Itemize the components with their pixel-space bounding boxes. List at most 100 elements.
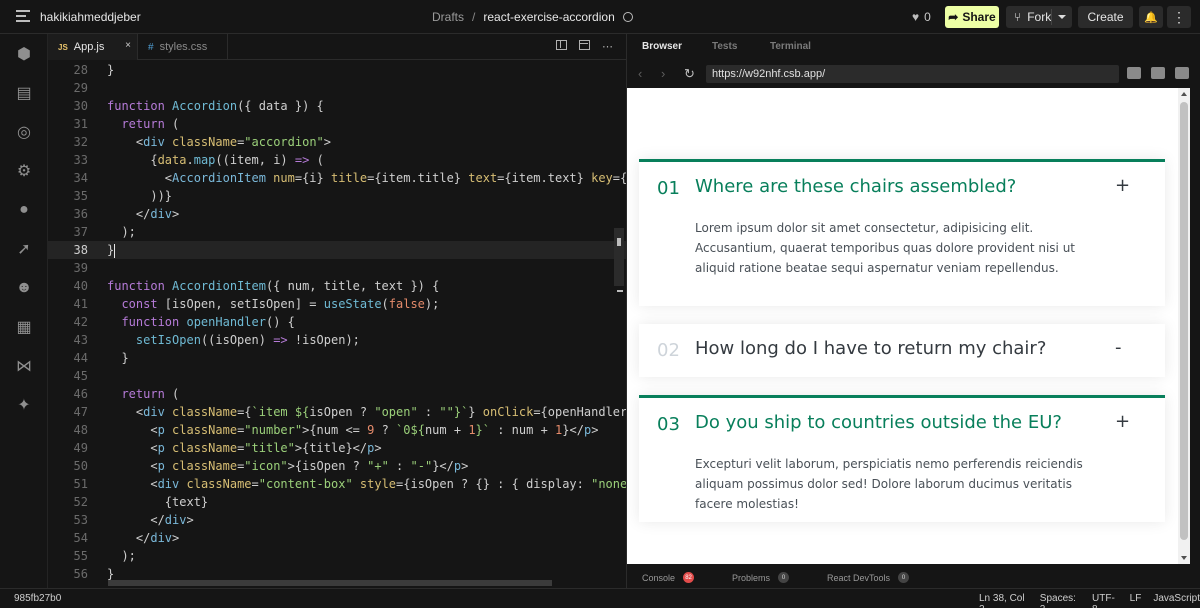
code-text: </div>: [107, 529, 179, 547]
code-token: {: [107, 153, 158, 167]
code-line[interactable]: 54 </div>: [48, 529, 626, 547]
bell-icon[interactable]: 🔔: [1139, 6, 1163, 28]
code-line[interactable]: 32 <div className="accordion">: [48, 133, 626, 151]
project-name[interactable]: react-exercise-accordion: [483, 10, 614, 24]
line-number: 47: [73, 405, 88, 419]
more-options-icon[interactable]: ⋯: [602, 40, 613, 53]
split-view-icon[interactable]: [556, 40, 567, 50]
code-token: "": [439, 405, 454, 419]
accordion-item[interactable]: 03 Do you ship to countries outside the …: [639, 395, 1165, 522]
encoding[interactable]: UTF-8: [1092, 593, 1118, 608]
user-name[interactable]: hakikiahmeddjeber: [40, 10, 141, 24]
chevron-down-icon[interactable]: [1058, 15, 1066, 19]
code-line[interactable]: 47 <div className={`item ${isOpen ? "ope…: [48, 403, 626, 421]
tab-problems[interactable]: Problems 0: [732, 572, 790, 583]
open-window-icon[interactable]: [1151, 67, 1165, 79]
code-line[interactable]: 51 <div className="content-box" style={i…: [48, 475, 626, 493]
code-line[interactable]: 44 }: [48, 349, 626, 367]
accordion-toggle-icon: -: [1115, 337, 1122, 358]
likes-counter[interactable]: ♥ 0: [912, 10, 931, 24]
close-icon[interactable]: ×: [125, 40, 131, 51]
accordion-item[interactable]: 01 Where are these chairs assembled? + L…: [639, 159, 1165, 306]
files-icon[interactable]: ▤: [14, 83, 34, 103]
code-line[interactable]: 31 return (: [48, 115, 626, 133]
code-line[interactable]: 52 {text}: [48, 493, 626, 511]
create-button[interactable]: Create: [1078, 6, 1133, 28]
line-number: 39: [73, 261, 88, 275]
code-token: (: [164, 387, 180, 401]
code-line[interactable]: 34 <AccordionItem num={i} title={item.ti…: [48, 169, 626, 187]
code-line[interactable]: 43 setIsOpen((isOpen) => !isOpen);: [48, 331, 626, 349]
code-line[interactable]: 39: [48, 259, 626, 277]
code-line[interactable]: 46 return (: [48, 385, 626, 403]
search-icon[interactable]: ◎: [14, 122, 34, 142]
indentation[interactable]: Spaces: 2: [1040, 593, 1080, 608]
more-button[interactable]: ⋮: [1167, 6, 1191, 28]
language-mode[interactable]: JavaScript: [1153, 593, 1200, 608]
code-line[interactable]: 35 ))}: [48, 187, 626, 205]
panel-layout-icon[interactable]: [579, 40, 590, 50]
tab-react-devtools[interactable]: React DevTools 0: [827, 572, 910, 583]
code-line[interactable]: 48 <p className="number">{num <= 9 ? `0$…: [48, 421, 626, 439]
share-button[interactable]: ➦ Share: [945, 6, 999, 28]
url-input[interactable]: https://w92nhf.csb.app/: [706, 65, 1119, 83]
back-icon[interactable]: ‹: [638, 66, 642, 81]
code-line[interactable]: 37 );: [48, 223, 626, 241]
vscode-icon[interactable]: ⋈: [14, 356, 34, 376]
code-line[interactable]: 30 function Accordion({ data }) {: [48, 97, 626, 115]
github-icon[interactable]: ●: [14, 200, 34, 220]
devtools-icon[interactable]: [1127, 67, 1141, 79]
code-line[interactable]: 36 </div>: [48, 205, 626, 223]
docker-icon[interactable]: ▦: [14, 317, 34, 337]
code-line[interactable]: 41 const [isOpen, setIsOpen] = useState(…: [48, 295, 626, 313]
code-line[interactable]: 38}: [48, 241, 626, 259]
line-number: 53: [73, 513, 88, 527]
fork-button[interactable]: ⑂ Fork: [1006, 6, 1072, 28]
tab-console[interactable]: Console 82: [642, 572, 695, 583]
menu-icon[interactable]: [16, 10, 30, 22]
scroll-down-icon[interactable]: [1181, 556, 1187, 560]
preview-scrollbar[interactable]: [1178, 88, 1190, 564]
scroll-up-icon[interactable]: [1181, 92, 1187, 96]
code-line[interactable]: 53 </div>: [48, 511, 626, 529]
users-icon[interactable]: ☻: [14, 278, 34, 298]
code-line[interactable]: 42 function openHandler() {: [48, 313, 626, 331]
forward-icon[interactable]: ›: [661, 66, 665, 81]
code-line[interactable]: 40 function AccordionItem({ num, title, t…: [48, 277, 626, 295]
preview-viewport: 01 Where are these chairs assembled? + L…: [627, 88, 1190, 564]
tab-tests[interactable]: Tests: [712, 41, 737, 52]
expand-icon[interactable]: [1175, 67, 1189, 79]
address-row: ‹ › ↻ https://w92nhf.csb.app/: [627, 60, 1200, 88]
code-token: ={isOpen ? {} : { display:: [396, 477, 592, 491]
reload-icon[interactable]: ↻: [684, 66, 695, 82]
rocket-icon[interactable]: ➚: [14, 239, 34, 259]
code-line[interactable]: 55 );: [48, 547, 626, 565]
code-editor[interactable]: 28} 29 30 function Accordion({ data }) {31 …: [48, 60, 626, 580]
tab-terminal[interactable]: Terminal: [770, 41, 811, 52]
code-line[interactable]: 29: [48, 79, 626, 97]
code-text: }: [107, 61, 114, 79]
code-line[interactable]: 49 <p className="title">{title}</p>: [48, 439, 626, 457]
editor-vertical-scrollbar[interactable]: [614, 228, 624, 286]
breadcrumb-folder[interactable]: Drafts: [432, 10, 464, 24]
box-icon[interactable]: ⬢: [14, 44, 34, 64]
code-line[interactable]: 50 <p className="icon">{isOpen ? "+" : "…: [48, 457, 626, 475]
tab-app-js[interactable]: JS App.js ×: [48, 34, 138, 60]
code-line[interactable]: 56}: [48, 565, 626, 580]
line-ending[interactable]: LF: [1130, 593, 1142, 608]
scroll-thumb[interactable]: [1180, 102, 1188, 540]
code-token: }: [107, 243, 115, 257]
code-line[interactable]: 28}: [48, 61, 626, 79]
accordion-item[interactable]: 02 How long do I have to return my chair…: [639, 324, 1165, 377]
code-line[interactable]: 33 {data.map((item, i) => (: [48, 151, 626, 169]
sparkle-icon[interactable]: ✦: [14, 395, 34, 415]
editor-horizontal-scrollbar[interactable]: [108, 580, 552, 586]
code-line[interactable]: 45: [48, 367, 626, 385]
cursor-position[interactable]: Ln 38, Col 2: [979, 593, 1028, 608]
tab-styles-css[interactable]: # styles.css: [138, 34, 228, 60]
commit-hash[interactable]: 985fb27b0: [14, 593, 61, 604]
tab-browser[interactable]: Browser: [642, 41, 682, 52]
gear-icon[interactable]: ⚙: [14, 161, 34, 181]
